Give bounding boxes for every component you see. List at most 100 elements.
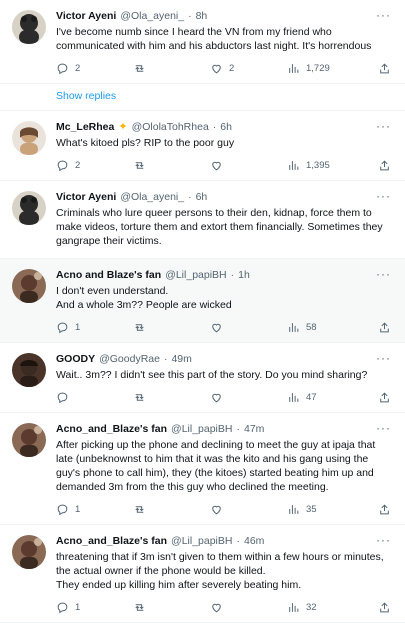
views-button[interactable]: 1,395 (287, 159, 367, 172)
views-icon (289, 602, 299, 612)
tweet[interactable]: GOODY @GoodyRae · 49m ··· Wait.. 3m?? I … (0, 343, 405, 413)
retweet-icon (135, 505, 144, 513)
user-handle[interactable]: @GoodyRae (99, 353, 160, 366)
more-icon[interactable]: ··· (376, 351, 391, 365)
tweet[interactable]: Victor Ayeni @Ola_ayeni_ · 6h ··· Crimin… (0, 181, 405, 259)
more-icon[interactable]: ··· (376, 421, 391, 435)
tweet-text: What's kitoed pls? RIP to the poor guy (56, 136, 393, 150)
timestamp[interactable]: 1h (238, 269, 250, 282)
retweet-button[interactable] (133, 321, 210, 334)
like-button[interactable] (210, 391, 287, 404)
share-button[interactable] (378, 391, 391, 404)
share-button[interactable] (378, 601, 391, 614)
display-name[interactable]: GOODY (56, 353, 95, 366)
views-icon (289, 160, 299, 170)
more-icon[interactable]: ··· (376, 267, 391, 281)
display-name[interactable]: Mc_LeRhea (56, 121, 114, 134)
timestamp[interactable]: 6h (220, 121, 232, 134)
tweet-actions: 47 (56, 388, 393, 406)
share-icon (380, 601, 389, 612)
avatar[interactable] (12, 423, 46, 457)
avatar[interactable] (12, 191, 46, 225)
retweet-button[interactable] (133, 391, 210, 404)
share-icon (380, 503, 389, 514)
share-button[interactable] (378, 159, 391, 172)
tweet[interactable]: Mc_LeRhea ✦ @OlolaTohRhea · 6h ··· What'… (0, 111, 405, 181)
like-button[interactable] (210, 159, 287, 172)
tweet[interactable]: Victor Ayeni @Ola_ayeni_ · 8h ··· I've b… (0, 0, 405, 84)
user-handle[interactable]: @Lil_papiBH (171, 423, 232, 436)
timestamp[interactable]: 47m (244, 423, 264, 436)
display-name[interactable]: Acno and Blaze's fan (56, 269, 161, 282)
avatar[interactable] (12, 269, 46, 303)
share-button[interactable] (378, 503, 391, 516)
avatar[interactable] (12, 121, 46, 155)
user-handle[interactable]: @Ola_ayeni_ (120, 10, 184, 23)
separator-dot: · (236, 535, 240, 547)
like-button[interactable] (210, 601, 287, 614)
show-replies-link[interactable]: Show replies (0, 84, 405, 111)
reply-button[interactable] (56, 391, 133, 404)
tweet[interactable]: Acno_and_Blaze's fan @Lil_papiBH · 46m ·… (0, 525, 405, 623)
reply-button[interactable]: 2 (56, 159, 133, 172)
more-icon[interactable]: ··· (376, 8, 391, 22)
avatar[interactable] (12, 353, 46, 387)
retweet-button[interactable] (133, 159, 210, 172)
retweet-button[interactable] (133, 62, 210, 75)
like-button[interactable]: 2 (210, 62, 287, 75)
separator-dot: · (163, 353, 168, 365)
views-button[interactable]: 35 (287, 503, 367, 516)
reply-icon (57, 322, 68, 333)
tweet-text-line: threatening that if 3m isn't given to th… (56, 551, 384, 577)
views-button[interactable]: 1,729 (287, 62, 367, 75)
retweet-icon (135, 64, 144, 72)
views-button[interactable]: 47 (287, 391, 367, 404)
tweet-actions: 1 35 (56, 500, 393, 518)
tweet[interactable]: Acno_and_Blaze's fan @Lil_papiBH · 47m ·… (0, 413, 405, 525)
tweet-actions: 2 1,395 (56, 156, 393, 174)
reply-button[interactable]: 2 (56, 62, 133, 75)
avatar[interactable] (12, 535, 46, 569)
reply-icon (57, 504, 68, 515)
more-icon[interactable]: ··· (376, 533, 391, 547)
share-button[interactable] (378, 62, 391, 75)
tweet-text-line: And a whole 3m?? People are wicked (56, 299, 232, 311)
reply-button[interactable]: 1 (56, 321, 133, 334)
timestamp[interactable]: 8h (196, 10, 208, 23)
share-button[interactable] (378, 321, 391, 334)
timestamp[interactable]: 46m (244, 535, 264, 548)
timestamp[interactable]: 49m (171, 353, 191, 366)
avatar[interactable] (12, 10, 46, 44)
more-icon[interactable]: ··· (376, 189, 391, 203)
more-icon[interactable]: ··· (376, 119, 391, 133)
view-count: 47 (306, 391, 317, 403)
user-handle[interactable]: @Ola_ayeni_ (120, 191, 184, 204)
views-button[interactable]: 58 (287, 321, 367, 334)
display-name[interactable]: Victor Ayeni (56, 191, 116, 204)
user-handle[interactable]: @Lil_papiBH (165, 269, 226, 282)
share-icon (380, 321, 389, 332)
retweet-button[interactable] (133, 503, 210, 516)
tweet-text-line: I've become numb since I heard the VN fr… (56, 26, 372, 52)
reply-count: 1 (75, 321, 81, 333)
display-name[interactable]: Acno_and_Blaze's fan (56, 423, 167, 436)
timestamp[interactable]: 6h (196, 191, 208, 204)
like-icon (212, 393, 221, 402)
views-button[interactable]: 32 (287, 601, 367, 614)
reply-button[interactable]: 1 (56, 503, 133, 516)
reply-button[interactable]: 1 (56, 601, 133, 614)
display-name[interactable]: Acno_and_Blaze's fan (56, 535, 167, 548)
tweet-text-line: What's kitoed pls? RIP to the poor guy (56, 137, 235, 149)
view-count: 1,729 (306, 62, 330, 74)
like-button[interactable] (210, 503, 287, 516)
tweet-text-line: Criminals who lure queer persons to thei… (56, 207, 383, 247)
tweet[interactable]: Acno and Blaze's fan @Lil_papiBH · 1h ··… (0, 259, 405, 343)
like-button[interactable] (210, 321, 287, 334)
view-count: 32 (306, 601, 317, 613)
display-name[interactable]: Victor Ayeni (56, 10, 116, 23)
retweet-button[interactable] (133, 601, 210, 614)
reply-icon (57, 160, 68, 171)
user-handle[interactable]: @Lil_papiBH (171, 535, 232, 548)
user-handle[interactable]: @OlolaTohRhea (132, 121, 209, 134)
retweet-icon (135, 393, 144, 401)
